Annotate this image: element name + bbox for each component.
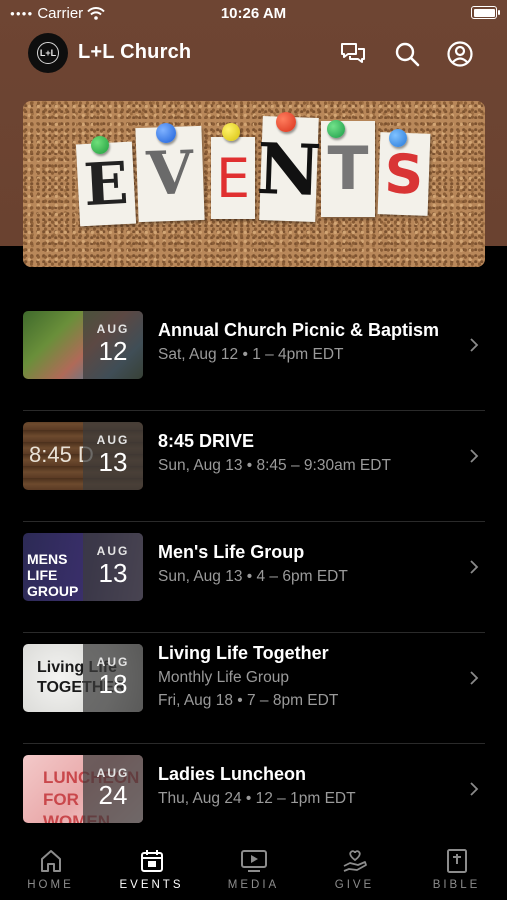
tab-label: GIVE <box>334 879 375 891</box>
event-month: AUG <box>96 655 130 669</box>
event-title: Ladies Luncheon <box>158 764 307 784</box>
pin-green2 <box>327 120 345 138</box>
church-logo[interactable]: L+L <box>28 33 68 73</box>
event-description: Monthly Life Group <box>158 669 289 686</box>
event-row[interactable]: AUG 12 Annual Church Picnic & Baptism Sa… <box>23 300 485 411</box>
banner-letter-n: N <box>256 116 322 222</box>
pin-green <box>91 136 109 154</box>
event-day: 12 <box>98 336 128 366</box>
event-day: 18 <box>98 669 128 699</box>
banner-letter-e2: E <box>211 137 255 219</box>
event-row[interactable]: LUNCHEON FOR WOMEN AUG 24 Ladies Luncheo… <box>23 744 485 855</box>
events-list: AUG 12 Annual Church Picnic & Baptism Sa… <box>23 300 485 855</box>
event-thumbnail: MENS LIFE GROUP AUG 13 <box>23 533 143 601</box>
event-row[interactable]: 8:45 D AUG 13 8:45 DRIVE Sun, Aug 13 • 8… <box>23 411 485 522</box>
hand-heart-icon <box>343 850 367 872</box>
event-title: Annual Church Picnic & Baptism <box>158 320 440 340</box>
chevron-right-icon <box>470 671 479 685</box>
event-month: AUG <box>96 433 130 447</box>
event-day: 13 <box>98 447 128 477</box>
app-title: L+L Church <box>78 41 192 63</box>
event-day: 24 <box>98 780 128 810</box>
tab-media[interactable]: MEDIA <box>203 848 304 891</box>
event-date-badge: AUG 24 <box>83 755 143 823</box>
home-icon <box>40 850 61 872</box>
tab-home[interactable]: HOME <box>0 848 101 891</box>
event-title: Living Life Together <box>158 643 329 663</box>
event-date-badge: AUG 12 <box>83 311 143 379</box>
chat-icon[interactable] <box>339 40 367 68</box>
event-month: AUG <box>96 322 130 336</box>
event-title: 8:45 DRIVE <box>158 431 255 451</box>
event-month: AUG <box>96 544 130 558</box>
pin-blue2 <box>389 129 407 147</box>
pin-yellow <box>222 123 240 141</box>
thumbnail-text: MENS LIFE GROUP <box>27 551 79 599</box>
tab-events[interactable]: EVENTS <box>101 848 202 891</box>
event-datetime: Sun, Aug 13 • 8:45 – 9:30am EDT <box>158 457 391 474</box>
event-day: 13 <box>98 558 128 588</box>
calendar-icon <box>140 850 163 872</box>
tab-label: BIBLE <box>432 879 481 891</box>
bible-icon <box>446 849 467 873</box>
pin-blue <box>156 123 176 143</box>
event-thumbnail: Living Life TOGETHER AUG 18 <box>23 644 143 712</box>
tab-bible[interactable]: BIBLE <box>406 848 507 891</box>
chevron-right-icon <box>470 782 479 796</box>
event-date-badge: AUG 13 <box>83 533 143 601</box>
event-title: Men's Life Group <box>158 542 305 562</box>
event-month: AUG <box>96 766 130 780</box>
status-time: 10:26 AM <box>220 5 287 22</box>
tab-label: EVENTS <box>119 879 184 891</box>
event-thumbnail: 8:45 D AUG 13 <box>23 422 143 490</box>
pin-red <box>276 112 296 132</box>
tab-give[interactable]: GIVE <box>304 848 405 891</box>
event-row[interactable]: MENS LIFE GROUP AUG 13 Men's Life Group … <box>23 522 485 633</box>
tab-bar: HOME EVENTS MEDIA GIVE BIBLE <box>0 840 507 900</box>
event-thumbnail: LUNCHEON FOR WOMEN AUG 24 <box>23 755 143 823</box>
tab-label: MEDIA <box>227 879 280 891</box>
banner-letter-e: E <box>75 141 137 227</box>
search-icon[interactable] <box>393 40 421 68</box>
chevron-right-icon <box>470 560 479 574</box>
tab-label: HOME <box>27 879 74 891</box>
chevron-right-icon <box>470 338 479 352</box>
chevron-right-icon <box>470 449 479 463</box>
event-datetime: Sat, Aug 12 • 1 – 4pm EDT <box>158 346 344 363</box>
event-datetime: Sun, Aug 13 • 4 – 6pm EDT <box>158 568 348 585</box>
status-bar: ●●●● Carrier 10:26 AM <box>0 0 507 28</box>
event-datetime: Fri, Aug 18 • 7 – 8pm EDT <box>158 692 339 709</box>
event-datetime: Thu, Aug 24 • 12 – 1pm EDT <box>158 790 356 807</box>
play-screen-icon <box>240 850 267 872</box>
event-thumbnail: AUG 12 <box>23 311 143 379</box>
event-date-badge: AUG 18 <box>83 644 143 712</box>
events-banner: E V E N T S <box>23 101 485 267</box>
event-date-badge: AUG 13 <box>83 422 143 490</box>
profile-icon[interactable] <box>446 40 474 68</box>
battery-icon <box>471 6 500 19</box>
event-row[interactable]: Living Life TOGETHER AUG 18 Living Life … <box>23 633 485 744</box>
app-header: L+L L+L Church <box>0 32 507 74</box>
logo-mark: L+L <box>37 42 59 64</box>
